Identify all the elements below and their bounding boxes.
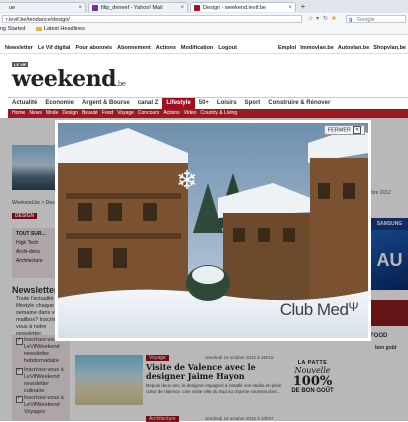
nav-lifestyle[interactable]: Lifestyle	[162, 98, 195, 109]
topnav-abonnement[interactable]: Abonnement	[117, 45, 151, 51]
subnav-concours[interactable]: Concours	[138, 110, 159, 116]
browser-tab-bar: ue × filip_deneef - Yahoo! Mail × Design…	[0, 0, 408, 14]
brand-name: Club Med	[279, 300, 349, 319]
dropdown-arrow-icon[interactable]: ▾	[316, 15, 319, 23]
tab-label: ue	[9, 5, 16, 11]
topnav-immovlan[interactable]: Immovlan.be	[300, 45, 334, 51]
site-logo[interactable]: LE VIF weekend.be	[12, 60, 162, 92]
topnav-modification[interactable]: Modification	[181, 45, 213, 51]
google-icon: g	[349, 17, 353, 23]
nav-economie[interactable]: Economie	[41, 98, 78, 109]
search-placeholder: Google	[357, 17, 375, 23]
nav-50plus[interactable]: 50+	[195, 98, 213, 109]
tab-close-icon[interactable]: ×	[288, 3, 292, 12]
bookmark-label: Latest Headlines	[43, 26, 85, 32]
bookmark-latest-headlines[interactable]: Latest Headlines	[33, 26, 91, 32]
yahoo-mail-icon	[92, 5, 98, 11]
browser-tab-2[interactable]: filip_deneef - Yahoo! Mail ×	[88, 2, 188, 12]
folder-icon	[35, 26, 42, 31]
close-icon[interactable]: ✕	[353, 126, 361, 134]
browser-tab-3[interactable]: Design - weekend.levif.be ×	[190, 2, 296, 12]
topnav-newsletter[interactable]: Newsletter	[5, 45, 33, 51]
nav-canalz[interactable]: canal Z	[134, 98, 163, 109]
close-button[interactable]: FERMER ✕	[323, 125, 365, 136]
nav-loisirs[interactable]: Loisirs	[213, 98, 241, 109]
snowflake-icon: ❄	[176, 165, 198, 195]
subnav-design[interactable]: Design	[62, 110, 78, 116]
club-med-logo[interactable]: Club MedΨ	[279, 300, 359, 320]
site-top-nav: Newsletter Le Vif digital Pour abonnés Abon…	[0, 44, 408, 54]
nav-argent-bourse[interactable]: Argent & Bourse	[78, 98, 134, 109]
topnav-shopvlan[interactable]: Shopvlan.be	[373, 45, 406, 51]
subnav-news[interactable]: News	[29, 110, 42, 116]
url-input[interactable]: r.levif.be/tendance/design/	[2, 15, 302, 23]
topnav-emploi[interactable]: Emploi	[278, 45, 296, 51]
rss-icon[interactable]: ■	[332, 15, 336, 23]
topnav-le-vif-digital[interactable]: Le Vif digital	[38, 45, 71, 51]
levif-icon	[194, 5, 200, 11]
subnav-beaute[interactable]: Beauté	[82, 110, 98, 116]
new-tab-button[interactable]: +	[298, 2, 308, 12]
logo-wordmark: weekend.be	[12, 66, 126, 92]
topnav-pour-abonnes[interactable]: Pour abonnés	[75, 45, 112, 51]
topnav-logout[interactable]: Logout	[218, 45, 237, 51]
bookmark-getting-started[interactable]: ng Started	[0, 26, 25, 32]
tab-close-icon[interactable]: ×	[180, 3, 184, 12]
nav-construire[interactable]: Construire & Rénover	[264, 98, 334, 109]
tab-label: filip_deneef - Yahoo! Mail	[101, 5, 163, 11]
subnav-voyage[interactable]: Voyage	[117, 110, 134, 116]
tab-close-icon[interactable]: ×	[78, 3, 82, 12]
close-label: FERMER	[327, 127, 351, 134]
reload-icon[interactable]: ↻	[323, 15, 328, 23]
sub-nav: Home News Mode Design Beauté Food Voyage Concou…	[8, 109, 408, 118]
subnav-home[interactable]: Home	[12, 110, 25, 116]
topnav-actions[interactable]: Actions	[156, 45, 176, 51]
tab-label: Design - weekend.levif.be	[203, 5, 266, 11]
subnav-country-living[interactable]: Country & Living	[200, 110, 237, 116]
nav-sport[interactable]: Sport	[241, 98, 265, 109]
subnav-food[interactable]: Food	[102, 110, 113, 116]
browser-tab-1[interactable]: ue ×	[0, 2, 86, 12]
lightbox-ad[interactable]: FERMER ✕ ❄ Club MedΨ	[55, 120, 371, 341]
trident-icon: Ψ	[348, 300, 358, 314]
topnav-autovlan[interactable]: Autovlan.be	[338, 45, 369, 51]
bookmarks-bar: ng Started Latest Headlines	[0, 25, 408, 35]
nav-actualite[interactable]: Actualité	[8, 98, 41, 109]
subnav-mode[interactable]: Mode	[46, 110, 59, 116]
subnav-video[interactable]: Video	[184, 110, 197, 116]
search-input[interactable]: g Google	[346, 15, 406, 23]
subnav-actions[interactable]: Actions	[163, 110, 179, 116]
star-icon[interactable]: ☆	[308, 15, 313, 23]
